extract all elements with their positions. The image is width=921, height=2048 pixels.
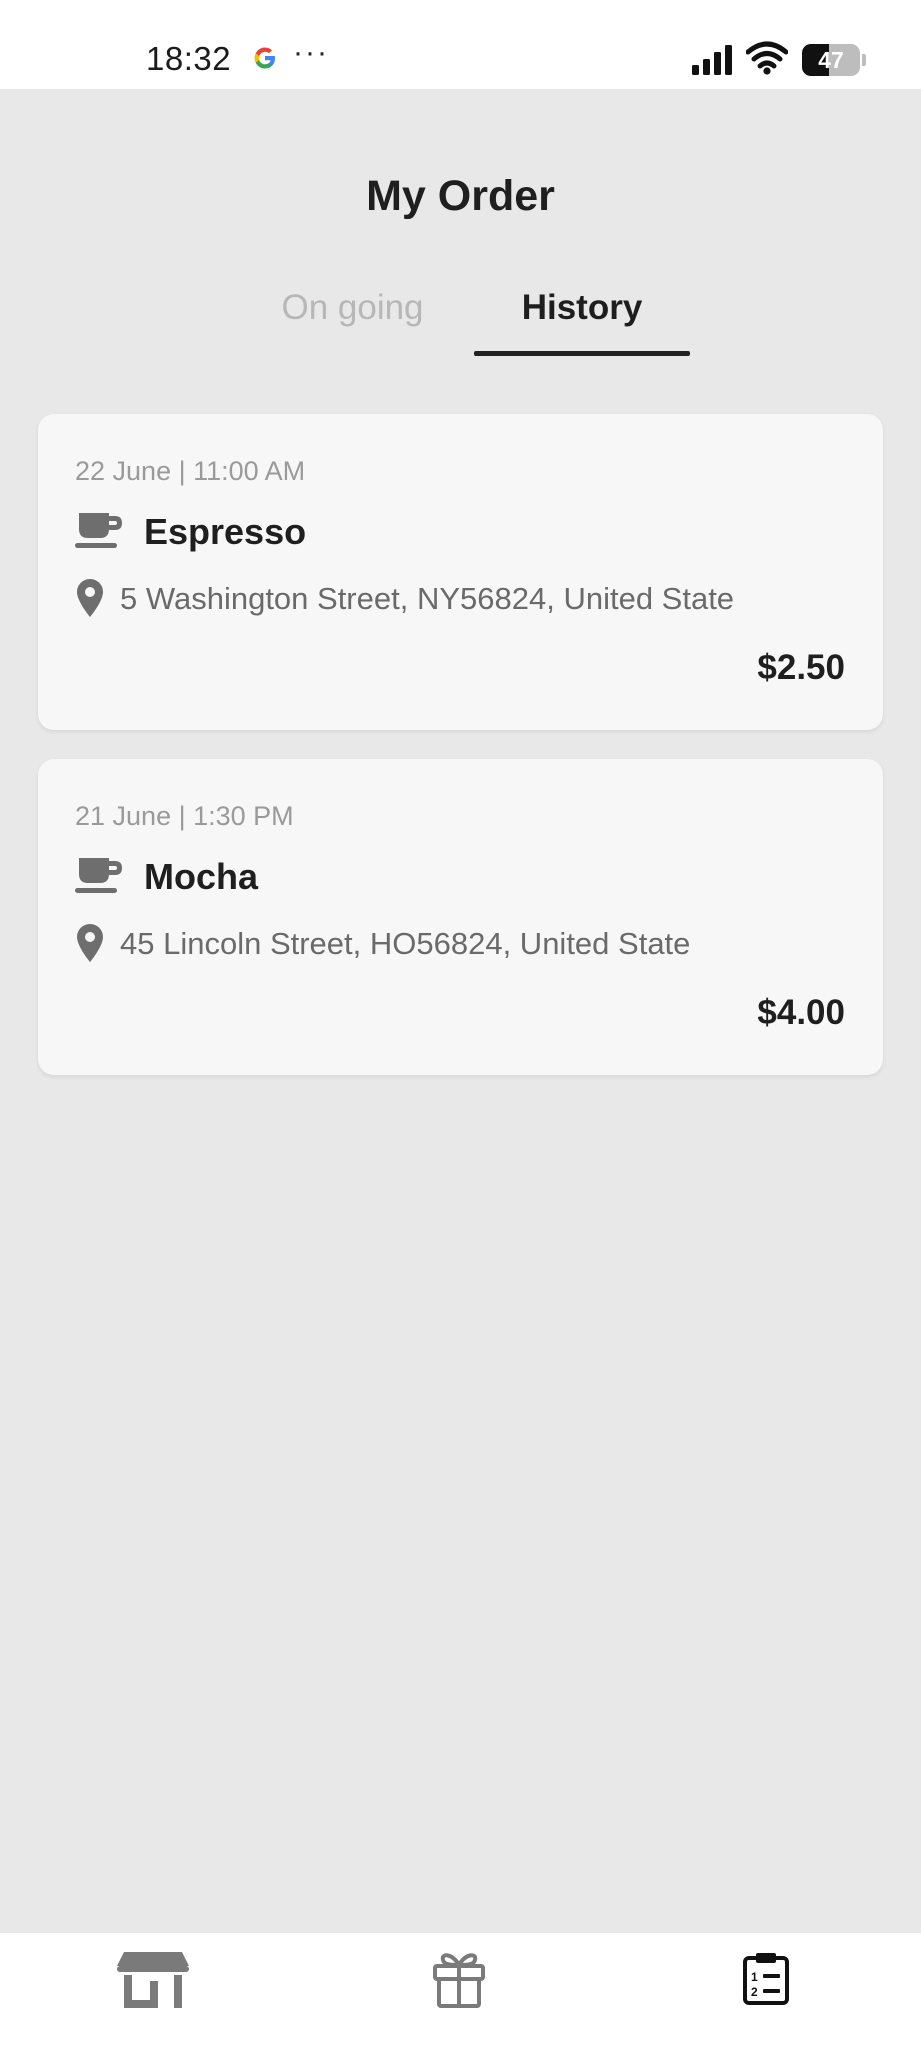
status-time: 18:32 [146,40,232,77]
page-title: My Order [366,172,555,220]
order-date: 22 June | 11:00 AM [75,456,306,486]
status-bar: 18:32 ··· 47 [0,0,921,89]
bottom-navigation: 1 2 [0,1933,921,2048]
order-item-name: Espresso [144,511,307,552]
order-price: $4.00 [757,993,845,1032]
orders-clipboard-icon[interactable]: 1 2 [743,1951,789,2005]
active-tab-indicator [474,351,690,356]
coffee-cup-icon [75,513,122,548]
battery-tip [862,54,866,66]
order-price: $2.50 [757,648,845,687]
store-icon[interactable] [116,1951,190,2009]
order-date: 21 June | 1:30 PM [75,801,294,831]
more-notifications-icon: ··· [293,36,329,69]
signal-icon [692,45,732,75]
tab-ongoing[interactable]: On going [250,288,455,368]
location-pin-icon [77,579,103,617]
order-address: 45 Lincoln Street, HO56824, United State [120,926,691,961]
svg-text:1: 1 [751,1970,758,1984]
order-item-name: Mocha [144,856,259,897]
google-icon [254,47,275,69]
coffee-cup-icon [75,858,122,893]
battery-icon: 47 [802,44,860,76]
wifi-icon [746,41,788,75]
battery-level-text: 47 [818,47,844,73]
svg-text:2: 2 [751,1985,758,1999]
tab-history[interactable]: History [474,288,690,368]
order-card[interactable]: 21 June | 1:30 PM Mocha 45 Lincoln Stree… [38,759,883,1075]
location-pin-icon [77,924,103,962]
order-card[interactable]: 22 June | 11:00 AM Espresso 5 Washington… [38,414,883,730]
gift-icon[interactable] [432,1951,486,2009]
order-address: 5 Washington Street, NY56824, United Sta… [120,581,735,616]
